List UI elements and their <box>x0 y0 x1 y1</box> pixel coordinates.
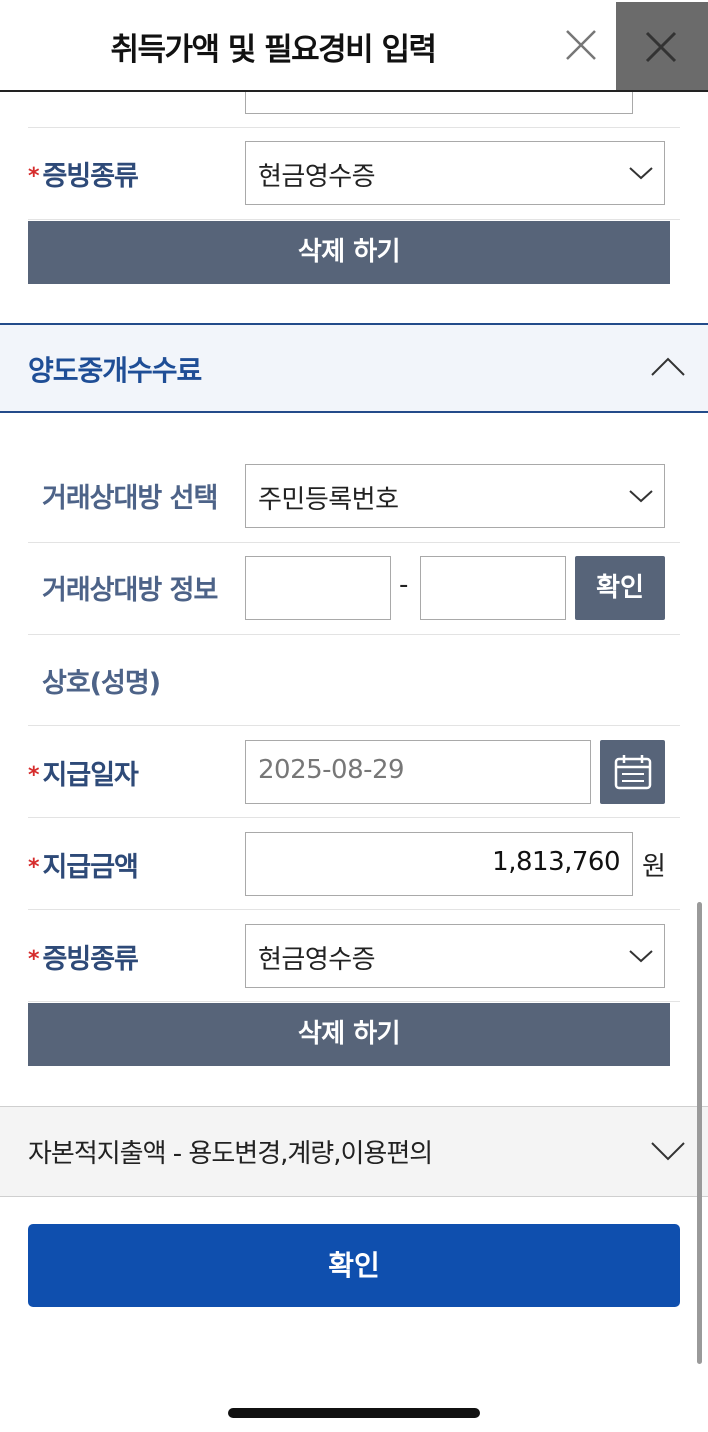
required-mark: * <box>28 855 39 880</box>
id-number-part1-input[interactable] <box>245 556 391 620</box>
divider <box>28 817 680 818</box>
evidence-type-select[interactable]: 현금영수증 <box>245 924 665 988</box>
verify-button[interactable]: 확인 <box>575 556 665 620</box>
evidence-type-label: * 증빙종류 <box>28 161 139 192</box>
chevron-down-icon <box>629 167 653 180</box>
evidence-type-value: 현금영수증 <box>258 945 376 975</box>
counterparty-select-label: 거래상대방 선택 <box>42 483 218 514</box>
counterparty-info-label: 거래상대방 정보 <box>42 575 218 606</box>
counterparty-select[interactable]: 주민등록번호 <box>245 464 665 528</box>
close-icon[interactable] <box>560 24 602 66</box>
divider <box>28 542 680 543</box>
cut-off-field[interactable] <box>245 92 633 114</box>
required-mark: * <box>28 763 39 788</box>
chevron-up-icon <box>651 357 685 376</box>
payment-date-input[interactable]: 2025-08-29 <box>245 740 591 804</box>
id-separator: - <box>399 570 409 600</box>
divider <box>28 127 680 128</box>
close-button[interactable] <box>616 2 708 90</box>
chevron-down-icon <box>629 490 653 503</box>
chevron-down-icon <box>629 950 653 963</box>
required-mark: * <box>28 947 39 972</box>
payment-amount-input[interactable]: 1,813,760 <box>245 832 633 896</box>
divider <box>28 634 680 635</box>
payment-amount-label: * 지급금액 <box>28 852 139 883</box>
divider <box>28 909 680 910</box>
section-header-brokerage-fee[interactable]: 양도중개수수료 <box>0 323 708 413</box>
evidence-type-label: * 증빙종류 <box>28 944 139 975</box>
section-title: 자본적지출액 - 용도변경,계량,이용편의 <box>28 1139 433 1169</box>
required-mark: * <box>28 164 39 189</box>
chevron-down-icon <box>651 1142 685 1161</box>
id-number-part2-input[interactable] <box>420 556 566 620</box>
section-title: 양도중개수수료 <box>28 354 202 387</box>
home-indicator[interactable] <box>228 1408 480 1418</box>
scrollbar[interactable] <box>697 902 702 1364</box>
counterparty-select-value: 주민등록번호 <box>258 485 399 515</box>
divider <box>28 1001 680 1002</box>
dialog-title: 취득가액 및 필요경비 입력 <box>110 32 437 68</box>
divider <box>28 219 680 220</box>
confirm-button[interactable]: 확인 <box>28 1224 680 1307</box>
close-icon <box>645 31 677 63</box>
divider <box>28 725 680 726</box>
calendar-button[interactable] <box>600 740 665 804</box>
calendar-icon <box>614 755 652 790</box>
evidence-type-select[interactable]: 현금영수증 <box>245 141 665 205</box>
dialog-header: 취득가액 및 필요경비 입력 <box>0 0 708 92</box>
section-header-capital-expenditure[interactable]: 자본적지출액 - 용도변경,계량,이용편의 <box>0 1106 708 1197</box>
payment-date-label: * 지급일자 <box>28 760 139 791</box>
name-label: 상호(성명) <box>42 668 161 699</box>
delete-button[interactable]: 삭제 하기 <box>28 1003 670 1066</box>
currency-unit: 원 <box>642 852 666 882</box>
payment-date-value: 2025-08-29 <box>258 755 405 785</box>
payment-amount-value: 1,813,760 <box>492 847 620 877</box>
evidence-type-value: 현금영수증 <box>258 162 376 192</box>
delete-button[interactable]: 삭제 하기 <box>28 221 670 284</box>
